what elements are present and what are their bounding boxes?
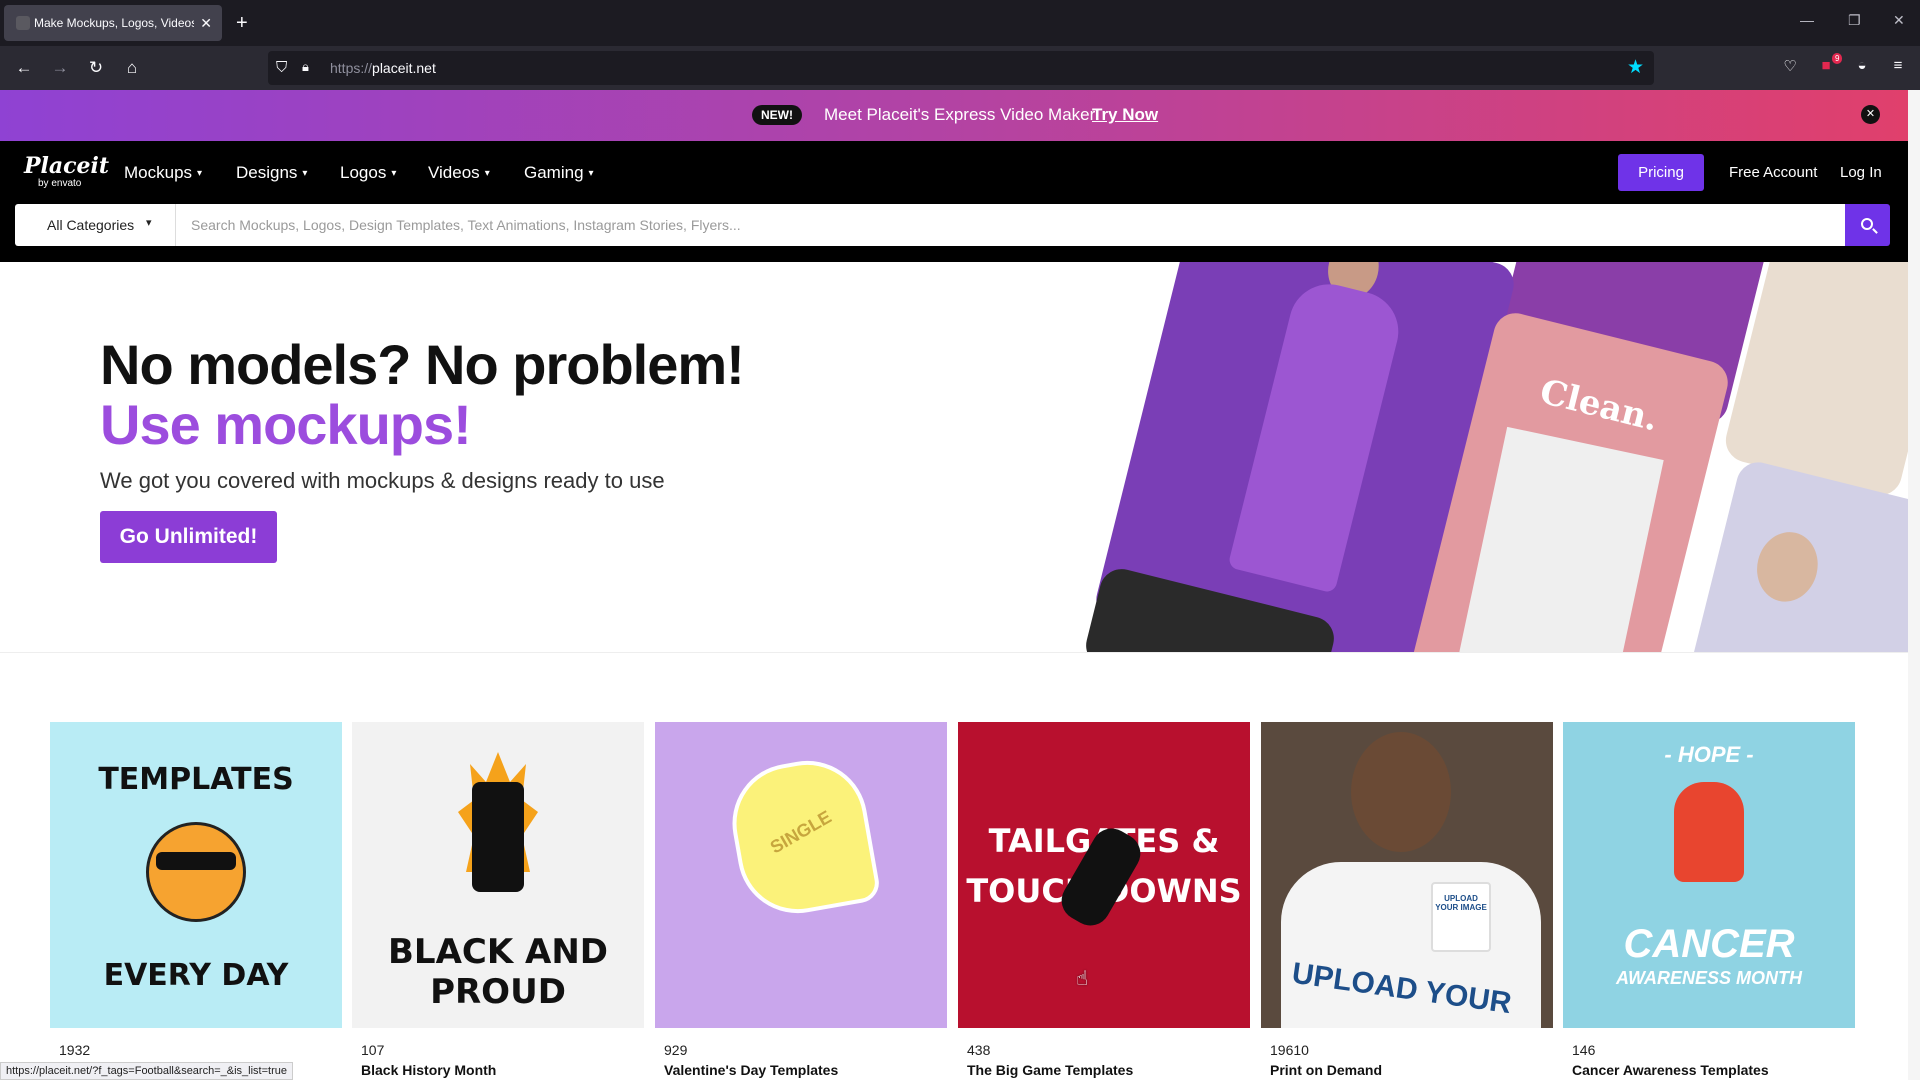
promo-banner: NEW! Meet Placeit's Express Video Maker!… bbox=[0, 90, 1908, 141]
search-button[interactable] bbox=[1845, 204, 1890, 246]
menu-mockups[interactable]: Mockups ▾ bbox=[124, 163, 202, 183]
search-input[interactable] bbox=[176, 204, 1845, 246]
category-list: TEMPLATES EVERY DAY 1932 BLACK AND PROUD… bbox=[50, 722, 1860, 1080]
tab-title: Make Mockups, Logos, Videos bbox=[34, 16, 195, 30]
menu-icon[interactable]: ≡ bbox=[1887, 57, 1909, 74]
free-account-link[interactable]: Free Account bbox=[1729, 164, 1817, 181]
lock-icon[interactable]: 🔒︎ bbox=[302, 59, 309, 75]
site-nav: Placeit by envato Mockups ▾ Designs ▾ Logo… bbox=[0, 141, 1908, 204]
category-name: Valentine's Day Templates bbox=[664, 1062, 839, 1078]
boxing-glove-icon bbox=[1674, 782, 1744, 882]
window-close-icon[interactable]: ✕ bbox=[1893, 12, 1905, 29]
new-tab-icon[interactable]: + bbox=[236, 10, 248, 36]
smiley-icon bbox=[146, 822, 246, 922]
bookmark-star-icon[interactable]: ★ bbox=[1627, 56, 1644, 79]
category-card[interactable]: BLACK AND PROUD 107 Black History Month bbox=[352, 722, 644, 1080]
category-count: 19610 bbox=[1270, 1042, 1309, 1058]
tab-close-icon[interactable]: ✕ bbox=[200, 15, 212, 32]
search-row: All Categories ▾ bbox=[0, 204, 1908, 262]
category-thumbnail: TAILGATES & TOUCH DOWNS bbox=[958, 722, 1250, 1028]
category-count: 146 bbox=[1572, 1042, 1596, 1058]
back-icon[interactable]: ← bbox=[12, 56, 36, 80]
fist-icon bbox=[472, 782, 524, 892]
category-thumbnail: TEMPLATES EVERY DAY bbox=[50, 722, 342, 1028]
tracking-shield-icon[interactable]: ⛉ bbox=[276, 59, 287, 76]
restore-icon[interactable]: ❐ bbox=[1848, 12, 1861, 29]
category-card[interactable]: UPLOAD YOUR IMAGE UPLOAD YOUR 19610 Prin… bbox=[1261, 722, 1553, 1080]
hero-headline-accent: Use mockups! bbox=[100, 393, 472, 456]
category-thumbnail: BLACK AND PROUD bbox=[352, 722, 644, 1028]
go-unlimited-button[interactable]: Go Unlimited! bbox=[100, 511, 277, 563]
sunglasses-icon bbox=[156, 852, 236, 870]
category-thumbnail: SINGLE bbox=[655, 722, 947, 1028]
hero-headline: No models? No problem! bbox=[100, 333, 745, 396]
menu-designs[interactable]: Designs ▾ bbox=[236, 163, 307, 183]
chevron-down-icon: ▾ bbox=[484, 168, 490, 179]
promo-message: Meet Placeit's Express Video Maker! bbox=[824, 105, 1100, 124]
category-count: 438 bbox=[967, 1042, 991, 1058]
minimize-icon[interactable]: — bbox=[1800, 12, 1814, 28]
search-icon bbox=[1861, 218, 1873, 230]
mouse-cursor-icon: ☝ bbox=[1076, 968, 1089, 990]
url-text[interactable]: https://placeit.net bbox=[330, 60, 436, 76]
favicon-icon bbox=[16, 16, 30, 30]
reload-icon[interactable]: ↻ bbox=[84, 56, 108, 80]
hero-subtitle: We got you covered with mockups & design… bbox=[100, 468, 665, 493]
category-thumbnail: UPLOAD YOUR IMAGE UPLOAD YOUR bbox=[1261, 722, 1553, 1028]
login-link[interactable]: Log In bbox=[1840, 164, 1882, 181]
new-badge: NEW! bbox=[752, 105, 802, 125]
category-name: Print on Demand bbox=[1270, 1062, 1383, 1078]
category-count: 1932 bbox=[59, 1042, 91, 1058]
hero-collage: Clean. bbox=[1010, 262, 1908, 652]
hero-section: No models? No problem! Use mockups! We g… bbox=[0, 262, 1908, 653]
chevron-down-icon: ▾ bbox=[197, 168, 203, 179]
pricing-button[interactable]: Pricing bbox=[1618, 154, 1704, 191]
link-status-bar: https://placeit.net/?f_tags=Football&sea… bbox=[0, 1062, 293, 1080]
account-icon[interactable]: ◒ bbox=[1851, 57, 1873, 74]
browser-tab-bar: Make Mockups, Logos, Videos ✕ + — ❐ ✕ bbox=[0, 0, 1920, 46]
chevron-down-icon: ▾ bbox=[302, 168, 308, 179]
forward-icon[interactable]: → bbox=[48, 56, 72, 80]
category-name: Cancer Awareness Templates bbox=[1572, 1062, 1769, 1078]
model-face bbox=[1351, 732, 1451, 852]
category-thumbnail: - HOPE - CANCER AWARENESS MONTH bbox=[1563, 722, 1855, 1028]
category-count: 107 bbox=[361, 1042, 385, 1058]
close-banner-icon[interactable]: ✕ bbox=[1861, 105, 1880, 124]
menu-videos[interactable]: Videos ▾ bbox=[428, 163, 490, 183]
chevron-down-icon: ▾ bbox=[391, 168, 397, 179]
category-card[interactable]: - HOPE - CANCER AWARENESS MONTH 146 Canc… bbox=[1563, 722, 1855, 1080]
url-bar[interactable]: ⛉ 🔒︎ https://placeit.net ★ bbox=[268, 51, 1654, 85]
category-card[interactable]: TEMPLATES EVERY DAY 1932 bbox=[50, 722, 342, 1080]
browser-nav-bar: ← → ↻ ⌂ ⛉ 🔒︎ https://placeit.net ★ ♡ ■ ◒… bbox=[0, 46, 1920, 90]
category-select[interactable]: All Categories ▾ bbox=[15, 204, 176, 246]
menu-gaming[interactable]: Gaming ▾ bbox=[524, 163, 594, 183]
home-icon[interactable]: ⌂ bbox=[120, 56, 144, 80]
category-card[interactable]: TAILGATES & TOUCH DOWNS 438 The Big Game… bbox=[958, 722, 1250, 1080]
try-now-link[interactable]: Try Now bbox=[1092, 105, 1158, 125]
chevron-down-icon: ▾ bbox=[588, 168, 594, 179]
page-scrollbar[interactable] bbox=[1908, 90, 1920, 1080]
category-count: 929 bbox=[664, 1042, 688, 1058]
chevron-down-icon: ▾ bbox=[146, 217, 152, 229]
menu-logos[interactable]: Logos ▾ bbox=[340, 163, 396, 183]
category-card[interactable]: SINGLE 929 Valentine's Day Templates bbox=[655, 722, 947, 1080]
category-name: Black History Month bbox=[361, 1062, 497, 1078]
pocket-icon[interactable]: ♡ bbox=[1779, 57, 1801, 75]
category-name: The Big Game Templates bbox=[967, 1062, 1134, 1078]
browser-tab[interactable]: Make Mockups, Logos, Videos ✕ bbox=[4, 5, 222, 41]
mug-mockup: UPLOAD YOUR IMAGE bbox=[1431, 882, 1491, 952]
placeit-logo[interactable]: Placeit by envato bbox=[24, 155, 109, 190]
